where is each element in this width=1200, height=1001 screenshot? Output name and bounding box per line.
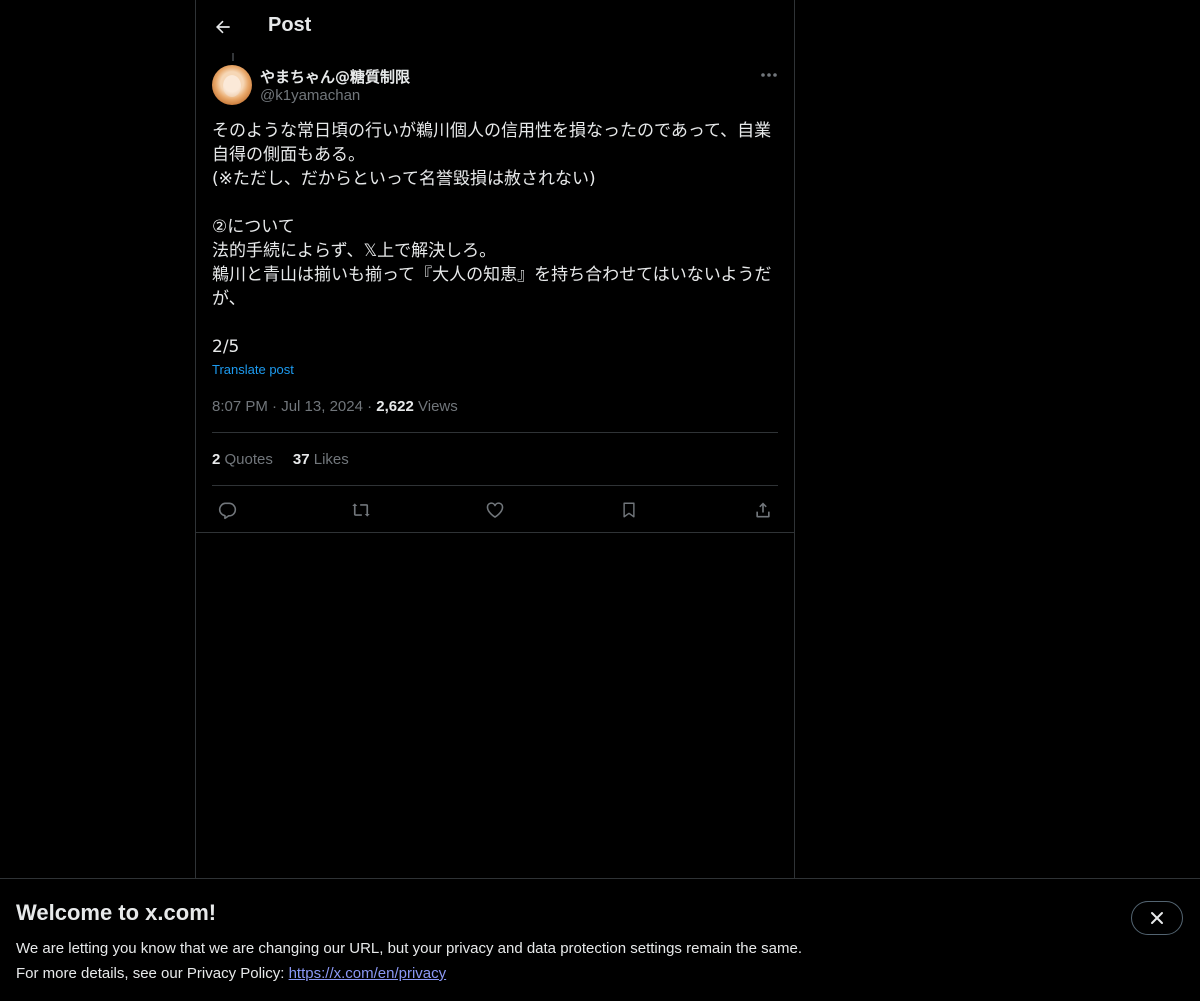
page-header: Post bbox=[196, 0, 794, 53]
likes-count: 37 bbox=[292, 451, 310, 468]
quotes-count: 2 bbox=[212, 451, 221, 468]
post-text: そのような常日頃の行いが鵜川個人の信用性を損なったのであって、自業 自得の側面も… bbox=[212, 121, 772, 357]
meta-separator: · bbox=[367, 398, 373, 415]
banner-message: We are letting you know that we are chan… bbox=[16, 936, 802, 986]
author-handle[interactable]: @k1yamachan bbox=[260, 87, 360, 104]
welcome-banner: Welcome to x.com! We are letting you kno… bbox=[0, 878, 1200, 1001]
banner-line-2: For more details, see our Privacy Policy… bbox=[16, 961, 802, 986]
back-button[interactable] bbox=[206, 10, 240, 44]
likes-label: Likes bbox=[313, 451, 349, 468]
thread-connector-line bbox=[232, 53, 234, 61]
bookmark-icon bbox=[623, 502, 635, 518]
author-display-name[interactable]: やまちゃん@糖質制限 bbox=[260, 66, 410, 87]
translate-post-link[interactable]: Translate post bbox=[212, 362, 294, 377]
page-title: Post bbox=[268, 14, 312, 36]
more-options-button[interactable] bbox=[753, 64, 785, 86]
quotes-stat[interactable]: 2 Quotes bbox=[212, 451, 273, 468]
likes-stat[interactable]: 37 Likes bbox=[293, 451, 349, 468]
avatar[interactable] bbox=[212, 65, 252, 105]
more-horizontal-icon bbox=[761, 73, 777, 77]
reply-icon bbox=[218, 502, 237, 520]
share-icon bbox=[756, 502, 770, 518]
close-banner-button[interactable] bbox=[1131, 901, 1183, 935]
post-date[interactable]: Jul 13, 2024 bbox=[281, 398, 363, 415]
privacy-policy-link[interactable]: https://x.com/en/privacy bbox=[289, 965, 447, 982]
repost-icon bbox=[352, 503, 370, 517]
meta-separator: · bbox=[272, 398, 278, 415]
post-actions bbox=[212, 496, 778, 524]
banner-line-1: We are letting you know that we are chan… bbox=[16, 940, 802, 957]
repost-button[interactable] bbox=[346, 496, 376, 524]
post-stats: 2 Quotes 37 Likes bbox=[212, 451, 349, 468]
post-metadata: 8:07 PM · Jul 13, 2024 · 2,622 Views bbox=[212, 398, 458, 415]
heart-icon bbox=[486, 502, 504, 518]
reply-button[interactable] bbox=[212, 496, 242, 524]
arrow-left-icon bbox=[216, 20, 230, 34]
bookmark-button[interactable] bbox=[614, 496, 644, 524]
share-button[interactable] bbox=[748, 496, 778, 524]
like-button[interactable] bbox=[480, 496, 510, 524]
post-time[interactable]: 8:07 PM bbox=[212, 398, 268, 415]
divider bbox=[212, 485, 778, 486]
views-count: 2,622 bbox=[376, 398, 414, 415]
divider bbox=[196, 532, 794, 533]
banner-line-2-prefix: For more details, see our Privacy Policy… bbox=[16, 965, 289, 982]
banner-title: Welcome to x.com! bbox=[16, 900, 217, 925]
primary-column: Post やまちゃん@糖質制限 @k1yamachan そのような常日頃の行いが… bbox=[195, 0, 795, 878]
views-label: Views bbox=[418, 398, 458, 415]
quotes-label: Quotes bbox=[224, 451, 273, 468]
close-icon bbox=[1151, 912, 1163, 924]
divider bbox=[212, 432, 778, 433]
